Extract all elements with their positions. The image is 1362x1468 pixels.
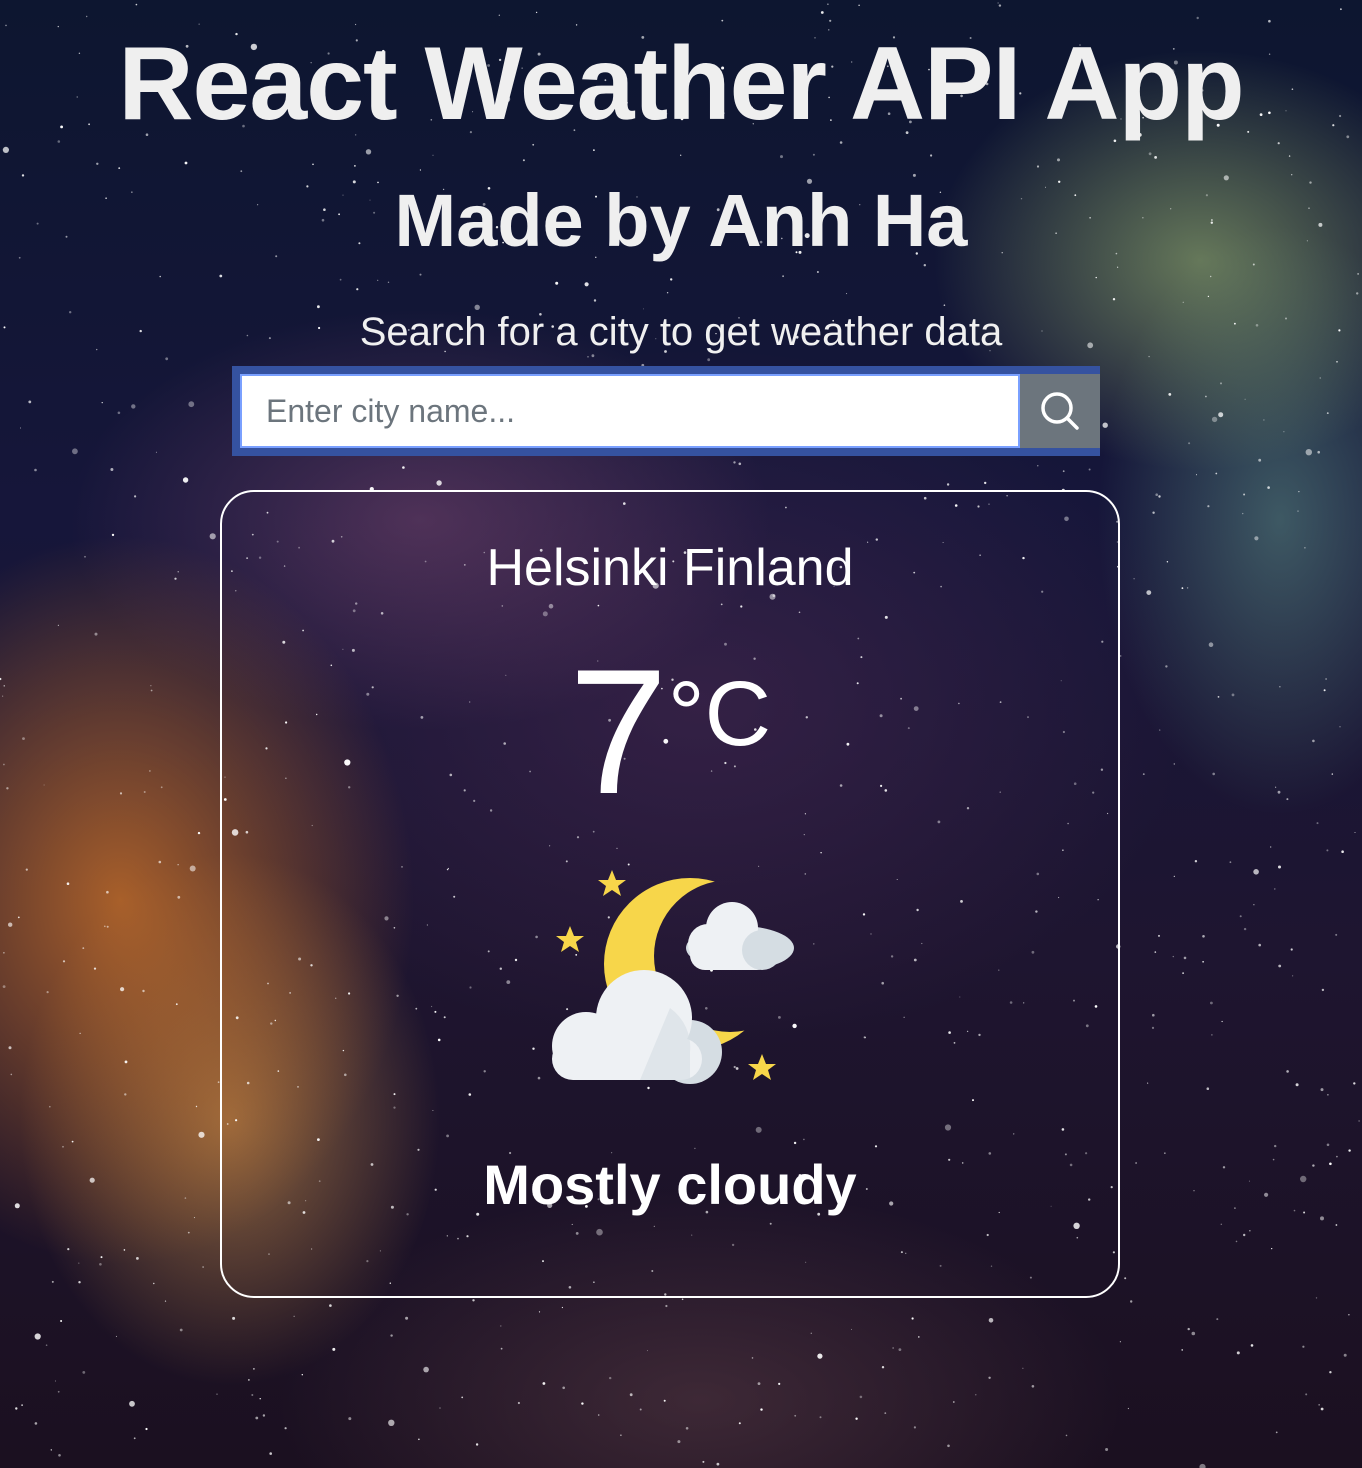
weather-description: Mostly cloudy bbox=[483, 1153, 857, 1216]
temperature-value: 7 bbox=[568, 632, 668, 831]
star-icon bbox=[748, 1054, 776, 1080]
location-name: Helsinki Finland bbox=[486, 539, 854, 597]
page-title: React Weather API App bbox=[118, 26, 1244, 142]
star-icon bbox=[556, 926, 584, 952]
temperature-display: 7°C bbox=[222, 642, 1118, 822]
search-prompt: Search for a city to get weather data bbox=[359, 310, 1003, 354]
search-button[interactable] bbox=[1020, 374, 1100, 448]
moon-cloud-stars-icon bbox=[552, 870, 794, 1084]
temperature-unit: °C bbox=[667, 663, 772, 765]
weather-icon-container bbox=[540, 868, 800, 1098]
search-bar bbox=[232, 366, 1100, 456]
author-subtitle: Made by Anh Ha bbox=[394, 179, 968, 262]
star-icon bbox=[598, 870, 626, 896]
weather-card: Helsinki Finland 7°C Mostly cloudy bbox=[220, 490, 1120, 1298]
app-root: React Weather API App Made by Anh Ha Sea… bbox=[0, 0, 1362, 1468]
search-icon bbox=[1041, 392, 1079, 430]
search-input[interactable] bbox=[240, 374, 1020, 448]
